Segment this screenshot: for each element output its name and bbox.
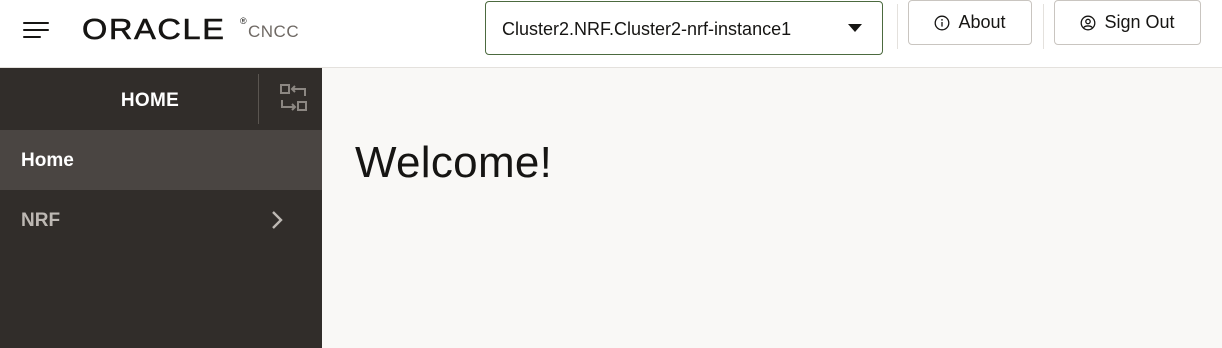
about-button[interactable]: About xyxy=(908,0,1032,45)
chevron-right-icon xyxy=(272,211,283,229)
menu-icon-line xyxy=(23,22,49,24)
sidebar-item-label: Home xyxy=(21,150,74,171)
app-name: CNCC xyxy=(248,22,300,41)
user-circle-icon xyxy=(1081,15,1096,30)
about-button-label: About xyxy=(958,12,1006,32)
caret-down-icon xyxy=(848,24,862,32)
welcome-heading: Welcome! xyxy=(355,138,553,187)
collapse-icon[interactable] xyxy=(278,82,310,114)
sidebar-item-nrf[interactable]: NRF xyxy=(0,190,322,250)
header-separator xyxy=(1043,4,1044,49)
oracle-logo: ORACLE ® CNCC xyxy=(82,14,299,47)
sign-out-button[interactable]: Sign Out xyxy=(1054,0,1201,45)
main-content: Welcome! xyxy=(322,68,1222,348)
header-separator xyxy=(897,4,898,49)
logo-registered-mark: ® xyxy=(240,16,247,26)
sidebar-item-home[interactable]: Home xyxy=(0,130,322,190)
app-header: ORACLE ® CNCC Cluster2.NRF.Cluster2-nrf-… xyxy=(0,0,1222,68)
sign-out-button-label: Sign Out xyxy=(1104,12,1175,32)
sidebar-header-divider xyxy=(258,74,259,124)
sidebar-header: HOME xyxy=(0,68,322,130)
sidebar: HOME Home NRF xyxy=(0,68,322,348)
instance-selector[interactable]: Cluster2.NRF.Cluster2-nrf-instance1 xyxy=(485,1,883,55)
menu-icon-line xyxy=(23,36,41,38)
info-icon xyxy=(935,15,950,30)
menu-icon[interactable] xyxy=(14,14,58,50)
sidebar-item-label: NRF xyxy=(21,210,61,231)
menu-icon-line xyxy=(23,29,49,31)
sidebar-title: HOME xyxy=(120,90,180,111)
instance-selector-value: Cluster2.NRF.Cluster2-nrf-instance1 xyxy=(502,19,792,39)
logo-wordmark: ORACLE xyxy=(82,14,226,47)
